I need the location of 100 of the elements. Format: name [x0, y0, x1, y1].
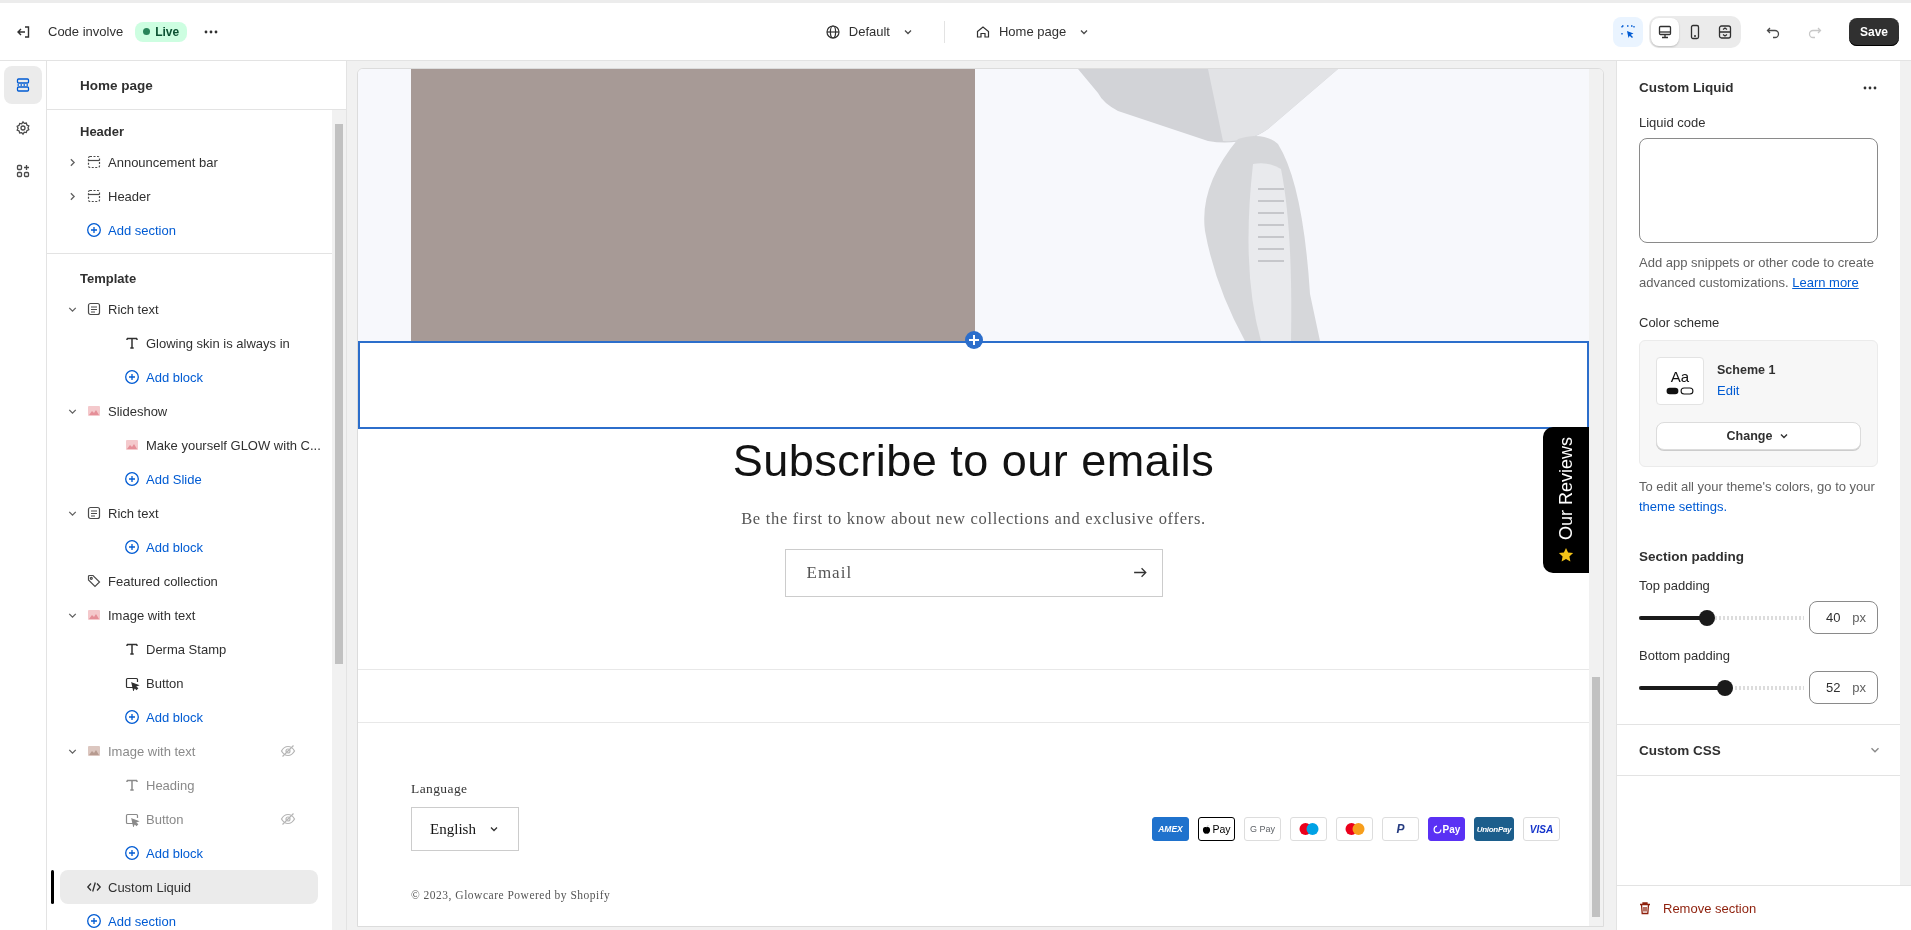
number-field[interactable]: 52 px	[1809, 671, 1878, 704]
block-label: Make yourself GLOW with C...	[146, 437, 321, 453]
learn-more-link[interactable]: Learn more	[1792, 275, 1859, 290]
subscribe-heading: Subscribe to our emails	[732, 435, 1215, 487]
block-item[interactable]: Derma Stamp	[60, 632, 318, 666]
panel-title: Custom Liquid	[1639, 80, 1734, 95]
slider-label: Bottom padding	[1638, 648, 1732, 663]
number-field[interactable]: 40 px	[1809, 601, 1878, 634]
layout-icon	[86, 188, 102, 204]
thumbnail-icon	[124, 437, 140, 453]
help-text: Add app snippets or other code to create advanced customizations. Learn more	[1639, 254, 1875, 292]
add-block-link[interactable]: Add Slide	[124, 471, 202, 487]
add-block-link[interactable]: Add block	[124, 845, 204, 861]
payment-logo: VISA	[1523, 817, 1560, 841]
add-block-link[interactable]: Add block	[124, 709, 204, 725]
block-label: Glowing skin is always in	[146, 335, 291, 351]
slider-thumb[interactable]	[1716, 679, 1733, 696]
payment-logo: Pay	[1428, 817, 1465, 841]
section-item[interactable]: Rich text	[60, 496, 318, 530]
scrollbar-track[interactable]	[1900, 61, 1911, 885]
block-item[interactable]: Glowing skin is always in	[60, 326, 318, 360]
text-icon	[124, 335, 140, 351]
page-title: Home page	[80, 77, 153, 93]
block-label: Derma Stamp	[146, 641, 228, 657]
add-section-link[interactable]: Add section	[86, 222, 176, 238]
email-field[interactable]: Email	[784, 549, 1163, 597]
section-item[interactable]: Slideshow	[60, 394, 318, 428]
theme-settings-link[interactable]: theme settings.	[1639, 499, 1728, 514]
live-badge: Live	[135, 21, 188, 42]
subscribe-text: Be the first to know about new collections and exclusive offers.	[741, 509, 1206, 529]
block-item[interactable]: Button	[60, 666, 318, 700]
inspector-button[interactable]	[1612, 16, 1643, 47]
select-cursor-icon	[1619, 23, 1636, 40]
globe-icon	[824, 23, 841, 40]
slider-thumb[interactable]	[1698, 609, 1715, 626]
add-section-icon[interactable]	[963, 330, 984, 350]
scrollbar-thumb[interactable]	[335, 124, 343, 664]
page-dropdown[interactable]: Home page	[969, 19, 1097, 44]
save-button[interactable]: Save	[1848, 17, 1899, 46]
payment-logo: G Pay	[1244, 817, 1281, 841]
section-label: Featured collection	[108, 573, 219, 589]
plus-circle-icon	[124, 471, 140, 487]
reviews-tab[interactable]: Our Reviews	[1543, 427, 1589, 573]
add-block-link[interactable]: Add block	[124, 369, 204, 385]
change-button[interactable]: Change	[1656, 422, 1861, 450]
slider-label: Top padding	[1638, 578, 1711, 593]
code-input-field[interactable]	[1639, 138, 1878, 243]
section-item[interactable]: Featured collection	[60, 564, 318, 598]
group-title: Header	[79, 123, 126, 141]
payment-logo	[1336, 817, 1373, 841]
layout-icon	[86, 154, 102, 170]
text-block-icon	[86, 301, 102, 317]
section-item[interactable]: Image with text	[60, 598, 318, 632]
block-label: Button	[146, 811, 185, 827]
plus-circle-icon	[86, 222, 102, 238]
sections-icon[interactable]	[4, 66, 42, 104]
thumbnail-icon	[86, 607, 102, 623]
group-title: Template	[79, 270, 138, 288]
section-item[interactable]: Custom Liquid	[60, 870, 318, 904]
plus-circle-icon	[124, 539, 140, 555]
star-icon	[1558, 546, 1574, 563]
thumbnail-icon	[86, 403, 102, 419]
block-label: Button	[146, 675, 185, 691]
section-label: Announcement bar	[108, 154, 219, 170]
add-section-link[interactable]: Add section	[86, 913, 176, 929]
section-item[interactable]: Header	[60, 179, 318, 213]
section-item[interactable]: Rich text	[60, 292, 318, 326]
text-icon	[124, 777, 140, 793]
custom-css-toggle[interactable]: Custom CSS	[1617, 724, 1900, 776]
section-item[interactable]: Image with text	[60, 734, 318, 768]
selection-indicator	[51, 870, 54, 904]
language-label: Language	[411, 781, 469, 797]
language-select[interactable]: English	[411, 807, 519, 851]
plus-circle-icon	[124, 369, 140, 385]
field-label: Color scheme	[1638, 315, 1721, 330]
desktop-icon[interactable]	[1650, 17, 1679, 46]
store-name: Code involve	[48, 24, 124, 39]
selected-section-outline[interactable]	[358, 341, 1589, 429]
cursor-icon	[124, 675, 140, 691]
block-item[interactable]: Button	[60, 802, 318, 836]
add-block-link[interactable]: Add block	[124, 539, 204, 555]
section-item[interactable]: Announcement bar	[60, 145, 318, 179]
remove-section-button[interactable]: Remove section	[1637, 900, 1757, 916]
scheme-name: Scheme 1	[1717, 363, 1776, 377]
payment-logo	[1290, 817, 1327, 841]
help-text: To edit all your theme's colors, go to your theme settings.	[1639, 478, 1876, 516]
trash-icon	[1637, 900, 1653, 916]
payment-logo: Pay	[1198, 817, 1235, 841]
exit-icon[interactable]	[16, 23, 32, 40]
scrollbar-thumb[interactable]	[1592, 677, 1600, 917]
sample-text: Aa	[1670, 367, 1690, 385]
edit-link[interactable]: Edit	[1717, 383, 1776, 398]
block-item[interactable]: Make yourself GLOW with C...	[60, 428, 318, 462]
tag-icon	[86, 573, 102, 589]
copyright-text: © 2023, Glowcare Powered by Shopify	[411, 889, 612, 901]
text-icon	[124, 641, 140, 657]
theme-dropdown[interactable]: Default	[818, 19, 920, 44]
payment-logo: P	[1382, 817, 1419, 841]
block-item[interactable]: Heading	[60, 768, 318, 802]
button-swatch-icon	[1666, 386, 1694, 395]
